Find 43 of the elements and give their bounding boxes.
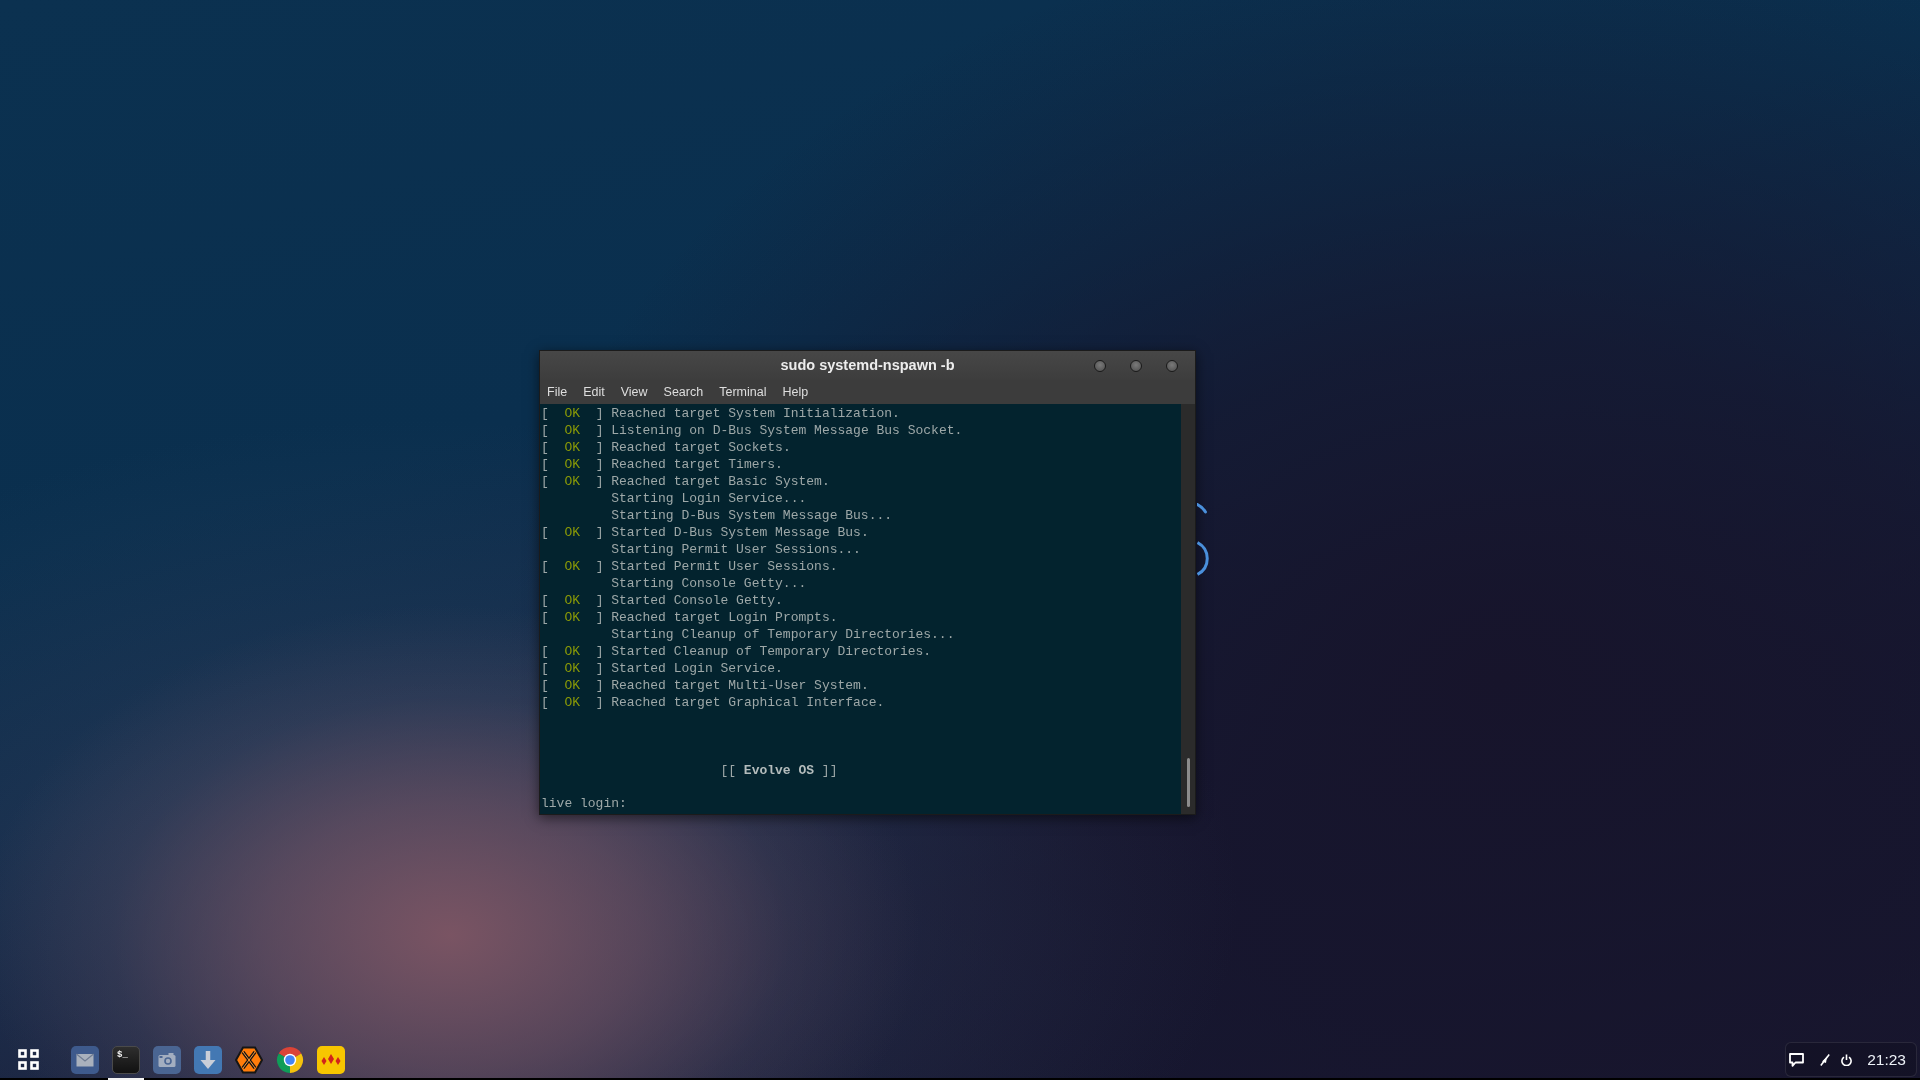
muted-icon[interactable] [1820, 1053, 1831, 1066]
console-line: Starting D-Bus System Message Bus... [611, 507, 893, 524]
banner-text: [[ Evolve OS ]] [720, 762, 838, 779]
console-line: [ OK ] Started Permit User Sessions. [541, 558, 838, 575]
terminal-icon[interactable]: $_ [112, 1045, 140, 1074]
console-line: [ OK ] Listening on D-Bus System Message Bus Socket. [541, 422, 963, 439]
console-line: Starting Console Getty... [611, 575, 807, 592]
console-line: [ OK ] Reached target Graphical Interface. [541, 694, 885, 711]
menu-item[interactable]: View [620, 384, 648, 400]
console-line: Starting Cleanup of Temporary Directories... [611, 626, 955, 643]
envelope-icon[interactable] [71, 1045, 99, 1074]
console-line: [ OK ] Reached target Timers. [541, 456, 783, 473]
minimize-button[interactable] [1094, 359, 1106, 372]
console-line: [ OK ] Reached target Login Prompts. [541, 609, 838, 626]
console-line: [ OK ] Started Console Getty. [541, 592, 783, 609]
color-ring-icon[interactable] [276, 1045, 304, 1074]
login-prompt: live login: [541, 795, 627, 812]
close-button[interactable] [1166, 359, 1178, 372]
maximize-button[interactable] [1130, 359, 1142, 372]
grid-icon[interactable] [18, 1049, 39, 1070]
console-line: [ OK ] Reached target Sockets. [541, 439, 791, 456]
clock: 21:23 [1867, 1050, 1906, 1069]
power-icon[interactable] [1841, 1053, 1853, 1066]
scrollbar-thumb[interactable] [1186, 758, 1190, 807]
hexagon-x-icon[interactable] [235, 1045, 263, 1074]
spinner-arc-icon [1197, 503, 1209, 576]
console-line: [ OK ] Started Cleanup of Temporary Directories. [541, 643, 932, 660]
window-title: sudo systemd-nspawn -b [780, 355, 955, 375]
menu-item[interactable]: Terminal [719, 384, 767, 400]
console-line: [ OK ] Started Login Service. [541, 660, 783, 677]
console-line: [ OK ] Reached target Multi-User System. [541, 677, 869, 694]
menu-item[interactable]: Edit [583, 384, 605, 400]
console-line: [ OK ] Reached target Basic System. [541, 473, 830, 490]
console-line: Starting Login Service... [611, 490, 807, 507]
menu-item[interactable]: File [547, 384, 568, 400]
camera-icon[interactable] [153, 1045, 181, 1074]
console-line: [ OK ] Started D-Bus System Message Bus. [541, 524, 869, 541]
menu-item[interactable]: Search [663, 384, 704, 400]
diamonds-icon[interactable] [317, 1045, 345, 1074]
chat-bubble-icon[interactable] [1789, 1052, 1805, 1067]
menu-item[interactable]: Help [782, 384, 809, 400]
console-line: [ OK ] Reached target System Initialization. [541, 405, 900, 422]
console-line: Starting Permit User Sessions... [611, 541, 861, 558]
